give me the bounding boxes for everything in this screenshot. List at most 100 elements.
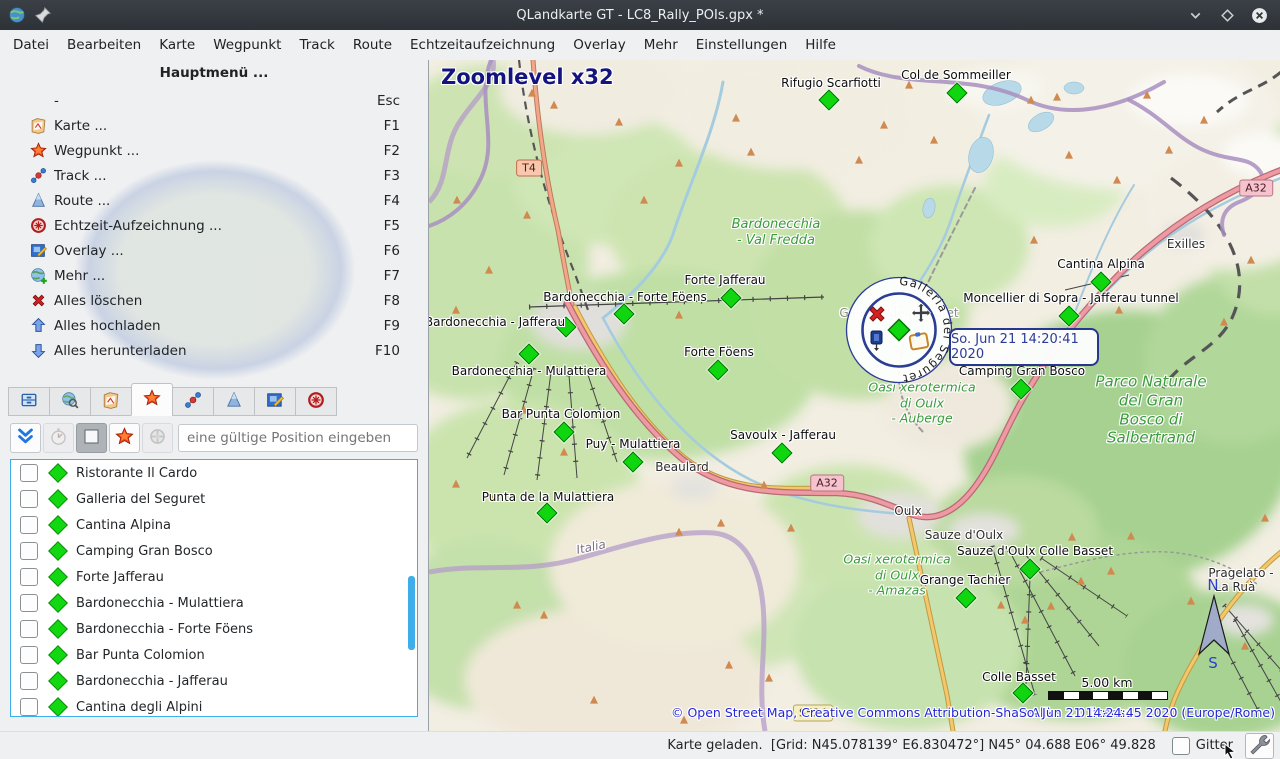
waypoint-list-item[interactable]: Bardonecchia - Jafferau bbox=[11, 668, 417, 694]
peak-icon bbox=[550, 101, 558, 109]
peak-icon bbox=[997, 601, 1005, 609]
peak-icon bbox=[452, 306, 460, 314]
maximize-icon[interactable] bbox=[1219, 7, 1236, 24]
main-menu-item[interactable]: Alles löschenF8 bbox=[0, 288, 428, 313]
waypoint-checkbox[interactable] bbox=[20, 490, 38, 508]
map-timestamp: So. Jun 21 14:24:45 2020 (Europe/Rome) bbox=[1019, 705, 1275, 720]
waypoint-checkbox[interactable] bbox=[20, 594, 38, 612]
waypoint-checkbox[interactable] bbox=[20, 672, 38, 690]
waypoint-diamond-icon bbox=[48, 567, 68, 587]
target-button[interactable] bbox=[142, 423, 173, 453]
map-waypoint-label: Bardonecchia - Mulattiera bbox=[452, 364, 607, 378]
waypoint-checkbox[interactable] bbox=[20, 542, 38, 560]
realtime-icon bbox=[30, 217, 47, 234]
tab-route[interactable] bbox=[213, 387, 255, 416]
waypoint-checkbox[interactable] bbox=[20, 568, 38, 586]
main-menu-item[interactable]: Route ...F4 bbox=[0, 188, 428, 213]
peak-icon bbox=[787, 524, 795, 532]
stopwatch-icon bbox=[49, 427, 68, 450]
scale-label: 5.00 km bbox=[1048, 675, 1166, 690]
waypoint-list-item[interactable]: Bar Punta Colomion bbox=[11, 642, 417, 668]
menu-mehr[interactable]: Mehr bbox=[635, 37, 687, 53]
waypoint-checkbox[interactable] bbox=[20, 698, 38, 716]
menu-overlay[interactable]: Overlay bbox=[564, 37, 634, 53]
main-menu-item[interactable]: Wegpunkt ...F2 bbox=[0, 138, 428, 163]
waypoint-list-item[interactable]: Cantina degli Alpini bbox=[11, 694, 417, 717]
waypoint-name: Bardonecchia - Jafferau bbox=[76, 674, 228, 689]
close-icon[interactable] bbox=[1251, 7, 1268, 24]
tab-realtime[interactable] bbox=[295, 387, 337, 416]
map-canvas[interactable]: Zoomlevel x32 Bardonecchia- Val FreddaOa… bbox=[428, 60, 1280, 731]
main-menu-item[interactable]: Echtzeit-Aufzeichnung ...F5 bbox=[0, 213, 428, 238]
main-menu-item[interactable]: Mehr ...F7 bbox=[0, 263, 428, 288]
realtime-icon bbox=[307, 391, 325, 413]
waypoint-list-item[interactable]: Forte Jafferau bbox=[11, 564, 417, 590]
map-waypoint-label: Grange Tachier bbox=[920, 573, 1011, 587]
star-button[interactable] bbox=[109, 423, 140, 453]
road-badge: A32 bbox=[810, 475, 844, 492]
pin-icon[interactable] bbox=[34, 6, 52, 24]
waypoint-list-item[interactable]: Ristorante Il Cardo bbox=[11, 460, 417, 486]
stopwatch-button[interactable] bbox=[43, 423, 74, 453]
main-menu-item[interactable]: -Esc bbox=[0, 88, 428, 113]
main-menu-item[interactable]: Track ...F3 bbox=[0, 163, 428, 188]
main-menu-item[interactable]: Karte ...F1 bbox=[0, 113, 428, 138]
compass-icon: N S bbox=[1187, 574, 1241, 670]
tab-overlay[interactable] bbox=[254, 387, 296, 416]
waypoint-checkbox[interactable] bbox=[20, 646, 38, 664]
route-icon bbox=[225, 391, 243, 413]
tab-globe-search[interactable] bbox=[49, 387, 91, 416]
menu-wegpunkt[interactable]: Wegpunkt bbox=[204, 37, 290, 53]
peak-icon bbox=[528, 89, 536, 97]
waypoint-checkbox[interactable] bbox=[20, 620, 38, 638]
overlay-icon bbox=[30, 242, 47, 259]
chevrons-down-button[interactable] bbox=[10, 423, 41, 453]
waypoint-checkbox[interactable] bbox=[20, 464, 38, 482]
peak-icon bbox=[1027, 96, 1035, 104]
position-input[interactable] bbox=[178, 424, 418, 452]
peak-icon bbox=[1143, 91, 1151, 99]
map-waypoint-label: Bardonecchia - Jafferau bbox=[428, 315, 565, 329]
waypoint-list-item[interactable]: Bardonecchia - Mulattiera bbox=[11, 590, 417, 616]
waypoint-name: Cantina Alpina bbox=[76, 518, 171, 533]
menubar: DateiBearbeitenKarteWegpunktTrackRouteEc… bbox=[0, 30, 1280, 60]
menu-item-shortcut: F3 bbox=[384, 168, 400, 184]
settings-wrench-button[interactable] bbox=[1245, 733, 1274, 759]
compass-north: N bbox=[1207, 576, 1218, 594]
peak-icon bbox=[1127, 532, 1135, 540]
waypoint-list-item[interactable]: Camping Gran Bosco bbox=[11, 538, 417, 564]
menu-einstellungen[interactable]: Einstellungen bbox=[687, 37, 797, 53]
square-button[interactable] bbox=[76, 423, 107, 453]
tab-archive[interactable] bbox=[8, 387, 50, 416]
menu-hilfe[interactable]: Hilfe bbox=[796, 37, 845, 53]
list-scrollbar[interactable] bbox=[408, 576, 415, 650]
menu-bearbeiten[interactable]: Bearbeiten bbox=[58, 37, 150, 53]
tab-star[interactable] bbox=[131, 383, 173, 416]
main-menu-item[interactable]: Alles hochladenF9 bbox=[0, 313, 428, 338]
sidebar: Hauptmenü ... -EscKarte ...F1Wegpunkt ..… bbox=[0, 60, 428, 731]
waypoint-name: Forte Jafferau bbox=[76, 570, 164, 585]
menu-echtzeitaufzeichnung[interactable]: Echtzeitaufzeichnung bbox=[401, 37, 564, 53]
chevrons-down-icon bbox=[16, 427, 35, 450]
waypoint-list-item[interactable]: Galleria del Seguret bbox=[11, 486, 417, 512]
tab-track[interactable] bbox=[172, 387, 214, 416]
menu-datei[interactable]: Datei bbox=[4, 37, 58, 53]
minimize-icon[interactable] bbox=[1187, 7, 1204, 24]
menu-track[interactable]: Track bbox=[290, 37, 343, 53]
menu-route[interactable]: Route bbox=[344, 37, 401, 53]
scale-segment bbox=[1108, 692, 1123, 699]
main-menu-item[interactable]: Alles herunterladenF10 bbox=[0, 338, 428, 363]
waypoint-action-wheel[interactable]: Galleria del Seguret bbox=[835, 266, 963, 394]
menu-karte[interactable]: Karte bbox=[150, 37, 204, 53]
gitter-checkbox[interactable] bbox=[1172, 737, 1190, 755]
star-icon bbox=[30, 142, 47, 159]
waypoint-checkbox[interactable] bbox=[20, 516, 38, 534]
tab-map[interactable] bbox=[90, 387, 132, 416]
town-label: Exilles bbox=[1167, 237, 1205, 251]
waypoint-list-item[interactable]: Bardonecchia - Forte Föens bbox=[11, 616, 417, 642]
waypoint-name: Ristorante Il Cardo bbox=[76, 466, 197, 481]
main-menu-item[interactable]: Overlay ...F6 bbox=[0, 238, 428, 263]
menu-item-label: Route ... bbox=[54, 193, 110, 209]
peak-icon bbox=[930, 136, 938, 144]
waypoint-list-item[interactable]: Cantina Alpina bbox=[11, 512, 417, 538]
